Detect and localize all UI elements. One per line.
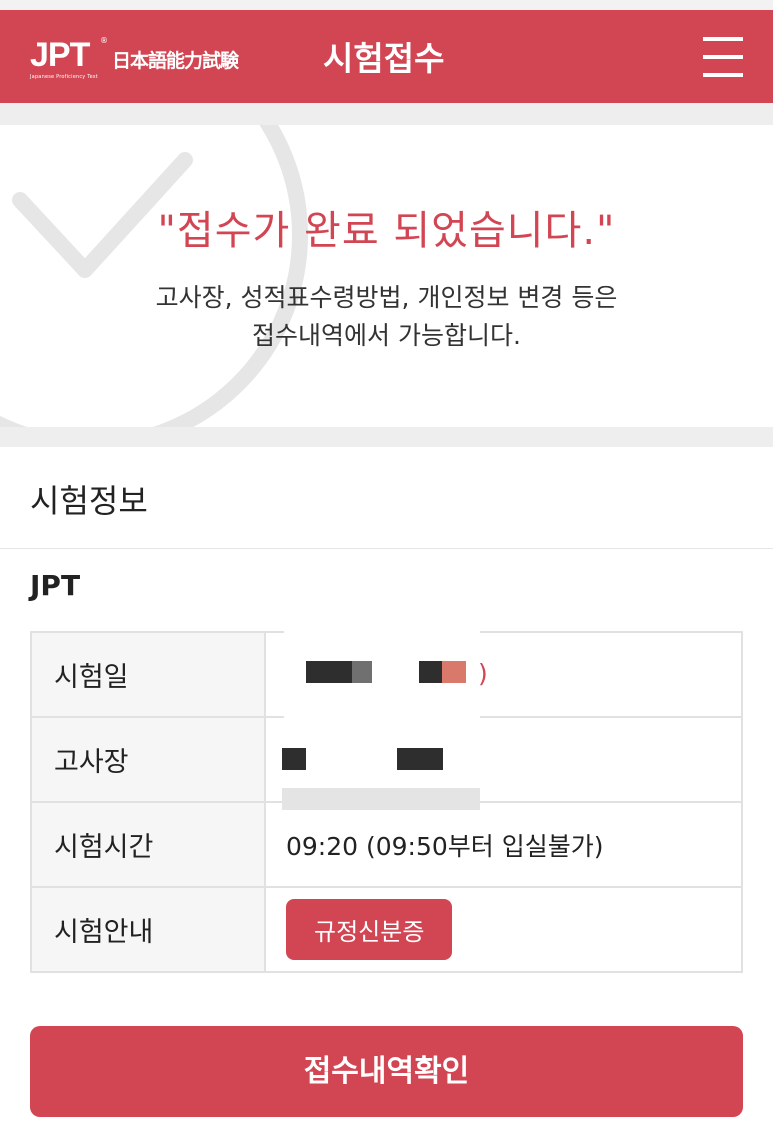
row-value-test-center — [264, 716, 743, 810]
completion-message: "접수가 완료 되었습니다." — [157, 208, 616, 254]
row-label-exam-time: 시험시간 — [30, 801, 266, 888]
checkmark-circle-icon — [0, 125, 308, 427]
completion-description-line2: 접수내역에서 가능합니다. — [252, 321, 521, 350]
bottom-spacer — [0, 1117, 773, 1134]
app-header: JPT ® 日本語能力試験 Japanese Proficiency Test … — [0, 10, 773, 103]
exam-name: JPT — [30, 569, 81, 602]
row-value-exam-guide: 규정신분증 — [264, 886, 743, 973]
id-requirements-button[interactable]: 규정신분증 — [286, 899, 453, 960]
table-row: 고사장 — [30, 716, 743, 810]
section-title: 시험정보 — [30, 482, 148, 520]
table-row: 시험일 ) — [30, 631, 743, 718]
redacted-block — [282, 748, 306, 770]
completion-banner: "접수가 완료 되었습니다." 고사장, 성적표수령방법, 개인정보 변경 등은… — [0, 125, 773, 427]
redacted-block — [352, 661, 372, 683]
logo-subtitle: Japanese Proficiency Test — [30, 74, 98, 80]
jpt-logo[interactable]: JPT ® 日本語能力試験 Japanese Proficiency Test — [30, 36, 239, 80]
divider — [0, 548, 773, 549]
divider-band — [0, 427, 773, 447]
redacted-block — [442, 661, 466, 683]
logo-text: JPT — [30, 36, 90, 74]
redacted-block — [306, 661, 354, 683]
exam-date-paren: ) — [478, 659, 488, 688]
hamburger-menu-icon[interactable] — [703, 35, 743, 79]
row-value-exam-date: ) — [264, 631, 743, 718]
row-label-exam-date: 시험일 — [30, 631, 266, 718]
registered-mark-icon: ® — [100, 36, 108, 45]
top-strip — [0, 0, 773, 10]
row-label-exam-guide: 시험안내 — [30, 886, 266, 973]
divider-band — [0, 103, 773, 125]
page-title: 시험접수 — [323, 39, 445, 78]
check-registration-button[interactable]: 접수내역확인 — [30, 1026, 743, 1117]
completion-description-line1: 고사장, 성적표수령방법, 개인정보 변경 등은 — [155, 283, 618, 312]
redacted-block — [397, 748, 443, 770]
exam-info-table: 시험일 ) 고사장 시험시간 09:20 (09:50부터 입실불가) 시험안내… — [30, 631, 743, 973]
table-row: 시험안내 규정신분증 — [30, 886, 743, 973]
logo-kanji: 日本語能力試験 — [112, 50, 239, 72]
table-row: 시험시간 09:20 (09:50부터 입실불가) — [30, 801, 743, 888]
redacted-block — [419, 661, 443, 683]
row-label-test-center: 고사장 — [30, 716, 266, 803]
row-value-exam-time: 09:20 (09:50부터 입실불가) — [264, 801, 743, 888]
